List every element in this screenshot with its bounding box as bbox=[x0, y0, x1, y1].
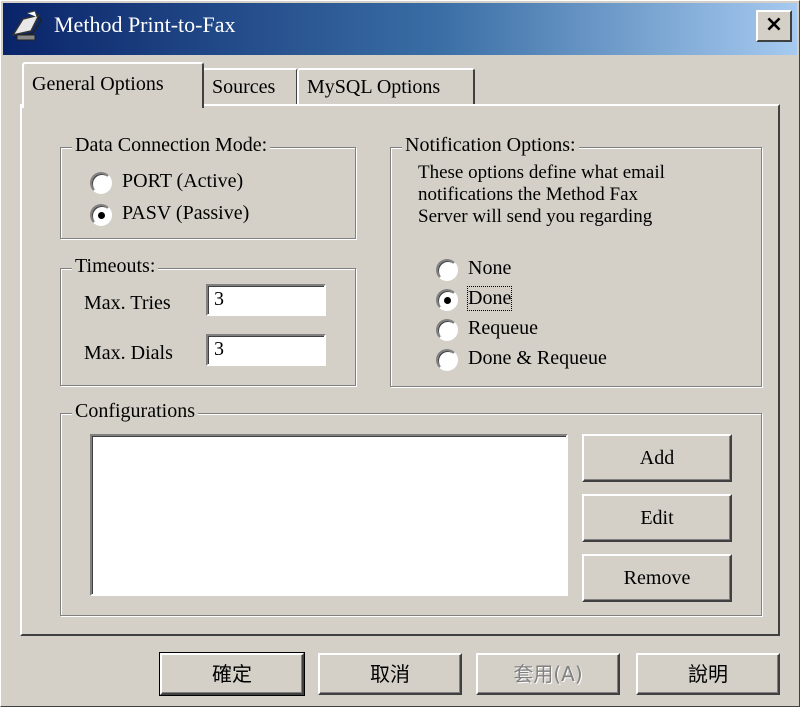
radio-none[interactable] bbox=[436, 259, 458, 281]
tab-sources[interactable]: Sources bbox=[202, 68, 298, 106]
port-active-label[interactable]: PORT (Active) bbox=[122, 170, 243, 193]
help-button-label: 說明 bbox=[688, 662, 728, 686]
radio-port-active[interactable] bbox=[90, 172, 112, 194]
tab-general-options[interactable]: General Options bbox=[22, 62, 204, 108]
radio-requeue[interactable] bbox=[436, 319, 458, 341]
configurations-legend: Configurations bbox=[72, 400, 198, 423]
tab-label: MySQL Options bbox=[307, 76, 441, 98]
remove-button-label: Remove bbox=[623, 567, 691, 589]
none-label[interactable]: None bbox=[468, 257, 511, 280]
tab-label: General Options bbox=[32, 73, 164, 95]
apply-button-label: 套用(A) bbox=[513, 662, 583, 686]
tab-mysql-options[interactable]: MySQL Options bbox=[297, 68, 475, 106]
timeouts-legend: Timeouts: bbox=[72, 255, 159, 278]
tab-label: Sources bbox=[212, 76, 276, 98]
notification-legend: Notification Options: bbox=[402, 134, 579, 157]
max-dials-input[interactable]: 3 bbox=[206, 334, 326, 366]
cancel-button[interactable]: 取消 bbox=[318, 653, 462, 695]
window-title: Method Print-to-Fax bbox=[54, 12, 236, 37]
remove-button[interactable]: Remove bbox=[582, 554, 732, 602]
configurations-list[interactable] bbox=[90, 434, 568, 596]
help-button[interactable]: 說明 bbox=[636, 653, 780, 695]
pasv-passive-label[interactable]: PASV (Passive) bbox=[122, 202, 249, 225]
edit-button-label: Edit bbox=[640, 507, 674, 529]
ok-button-label: 確定 bbox=[212, 662, 252, 686]
edit-button[interactable]: Edit bbox=[582, 494, 732, 542]
max-tries-input[interactable]: 3 bbox=[206, 284, 326, 316]
radio-done-requeue[interactable] bbox=[436, 349, 458, 371]
data-connection-legend: Data Connection Mode: bbox=[72, 134, 271, 157]
add-button-label: Add bbox=[639, 447, 675, 469]
description-line: notifications the Method Fax bbox=[418, 184, 639, 205]
close-icon: × bbox=[764, 12, 784, 37]
fax-app-icon bbox=[9, 9, 45, 43]
close-button[interactable]: × bbox=[756, 10, 792, 42]
description-line: These options define what email bbox=[418, 162, 665, 183]
apply-button[interactable]: 套用(A) bbox=[476, 653, 620, 695]
notification-description: These options define what email notifica… bbox=[418, 162, 748, 240]
done-requeue-label[interactable]: Done & Requeue bbox=[468, 347, 607, 370]
max-dials-label: Max. Dials bbox=[84, 342, 173, 364]
description-line: Server will send you regarding bbox=[418, 206, 653, 227]
ok-button[interactable]: 確定 bbox=[159, 652, 305, 696]
cancel-button-label: 取消 bbox=[370, 662, 410, 686]
max-tries-label: Max. Tries bbox=[84, 292, 171, 314]
requeue-label[interactable]: Requeue bbox=[468, 317, 538, 340]
done-label[interactable]: Done bbox=[466, 286, 513, 311]
add-button[interactable]: Add bbox=[582, 434, 732, 482]
radio-done[interactable] bbox=[436, 289, 458, 311]
radio-pasv-passive[interactable] bbox=[90, 204, 112, 226]
